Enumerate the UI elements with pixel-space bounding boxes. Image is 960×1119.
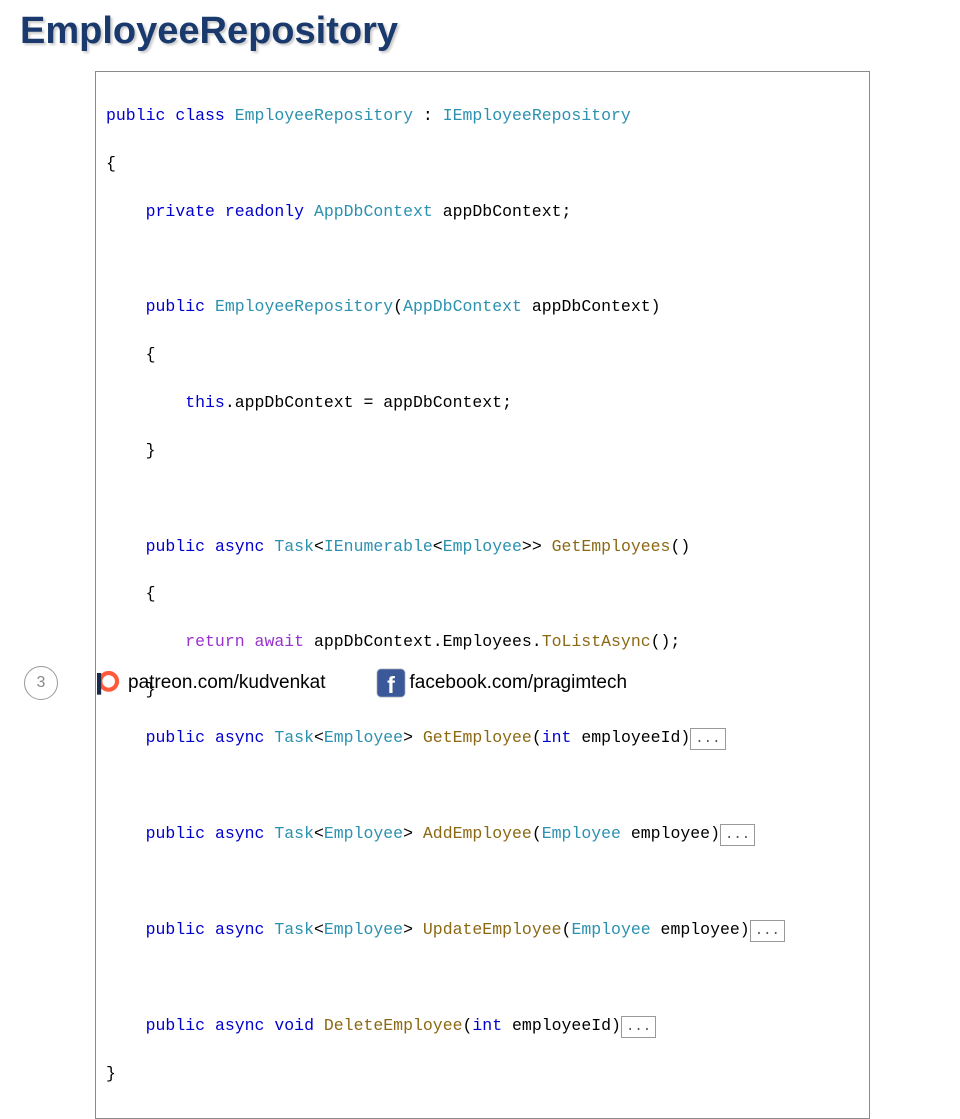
pname: employeeId) — [502, 1016, 621, 1035]
pname: employeeId) — [571, 728, 690, 747]
paren: ( — [532, 728, 542, 747]
iface: IEmployeeRepository — [443, 106, 631, 125]
expr: appDbContext.Employees. — [304, 632, 542, 651]
kw: public — [146, 297, 205, 316]
expr: (); — [651, 632, 681, 651]
fold-indicator: ... — [720, 824, 755, 846]
kw: async — [215, 1016, 265, 1035]
punc: > — [403, 920, 413, 939]
typename: Employee — [324, 728, 403, 747]
kw: public — [146, 1016, 205, 1035]
kw: readonly — [225, 202, 304, 221]
paren: ( — [562, 920, 572, 939]
punc: < — [433, 537, 443, 556]
punc: >> — [522, 537, 542, 556]
kw: int — [472, 1016, 502, 1035]
kw: async — [215, 824, 265, 843]
page-title: EmployeeRepository — [0, 0, 960, 61]
ptype: Employee — [571, 920, 650, 939]
patreon-icon — [92, 668, 122, 698]
typename: Task — [274, 537, 314, 556]
pname: appDbContext) — [532, 297, 661, 316]
kw: return — [185, 632, 244, 651]
typename: Employee — [324, 824, 403, 843]
fold-indicator: ... — [690, 728, 725, 750]
patreon-text: patreon.com/kudvenkat — [128, 672, 326, 694]
method: UpdateEmployee — [413, 920, 562, 939]
ptype: Employee — [542, 824, 621, 843]
pname: employee) — [621, 824, 720, 843]
brace: { — [146, 345, 156, 364]
punc: < — [314, 824, 324, 843]
brace: { — [146, 584, 156, 603]
punc: < — [314, 537, 324, 556]
typename: IEnumerable — [324, 537, 433, 556]
method: DeleteEmployee — [314, 1016, 463, 1035]
paren: ( — [532, 824, 542, 843]
method: GetEmployees — [542, 537, 671, 556]
brace: } — [146, 441, 156, 460]
kw: async — [215, 728, 265, 747]
typename: Task — [274, 920, 314, 939]
paren: () — [670, 537, 690, 556]
kw: this — [185, 393, 225, 412]
footer: 3 patreon.com/kudvenkat f facebook.com/p… — [0, 666, 960, 700]
facebook-icon: f — [376, 668, 406, 698]
kw: async — [215, 537, 265, 556]
kw: public — [106, 106, 165, 125]
facebook-text: facebook.com/pragimtech — [410, 672, 628, 694]
fold-indicator: ... — [621, 1016, 656, 1038]
brace: } — [106, 1064, 116, 1083]
method: AddEmployee — [413, 824, 532, 843]
kw: await — [255, 632, 305, 651]
fold-indicator: ... — [750, 920, 785, 942]
kw: int — [542, 728, 572, 747]
ident: appDbContext; — [443, 202, 572, 221]
kw: void — [274, 1016, 314, 1035]
typename: AppDbContext — [314, 202, 433, 221]
paren: ( — [463, 1016, 473, 1035]
punc: < — [314, 728, 324, 747]
brace: { — [106, 154, 116, 173]
punc: : — [413, 106, 443, 125]
method: GetEmployee — [413, 728, 532, 747]
code-block: public class EmployeeRepository : IEmplo… — [95, 71, 870, 1119]
page-number: 3 — [24, 666, 58, 700]
kw: public — [146, 728, 205, 747]
kw: public — [146, 537, 205, 556]
expr: .appDbContext = appDbContext; — [225, 393, 512, 412]
punc: > — [403, 728, 413, 747]
kw: public — [146, 920, 205, 939]
svg-text:f: f — [387, 672, 395, 698]
punc: < — [314, 920, 324, 939]
typename: Employee — [324, 920, 403, 939]
typename: Task — [274, 824, 314, 843]
typename: Employee — [443, 537, 522, 556]
facebook-link: f facebook.com/pragimtech — [376, 668, 628, 698]
kw: private — [146, 202, 215, 221]
method: ToListAsync — [542, 632, 651, 651]
typename: EmployeeRepository — [235, 106, 413, 125]
punc: > — [403, 824, 413, 843]
pname: employee) — [651, 920, 750, 939]
typename: Task — [274, 728, 314, 747]
paren: ( — [393, 297, 403, 316]
kw: public — [146, 824, 205, 843]
ctor: EmployeeRepository — [215, 297, 393, 316]
patreon-link: patreon.com/kudvenkat — [92, 668, 326, 698]
kw: async — [215, 920, 265, 939]
kw: class — [175, 106, 225, 125]
ptype: AppDbContext — [403, 297, 522, 316]
